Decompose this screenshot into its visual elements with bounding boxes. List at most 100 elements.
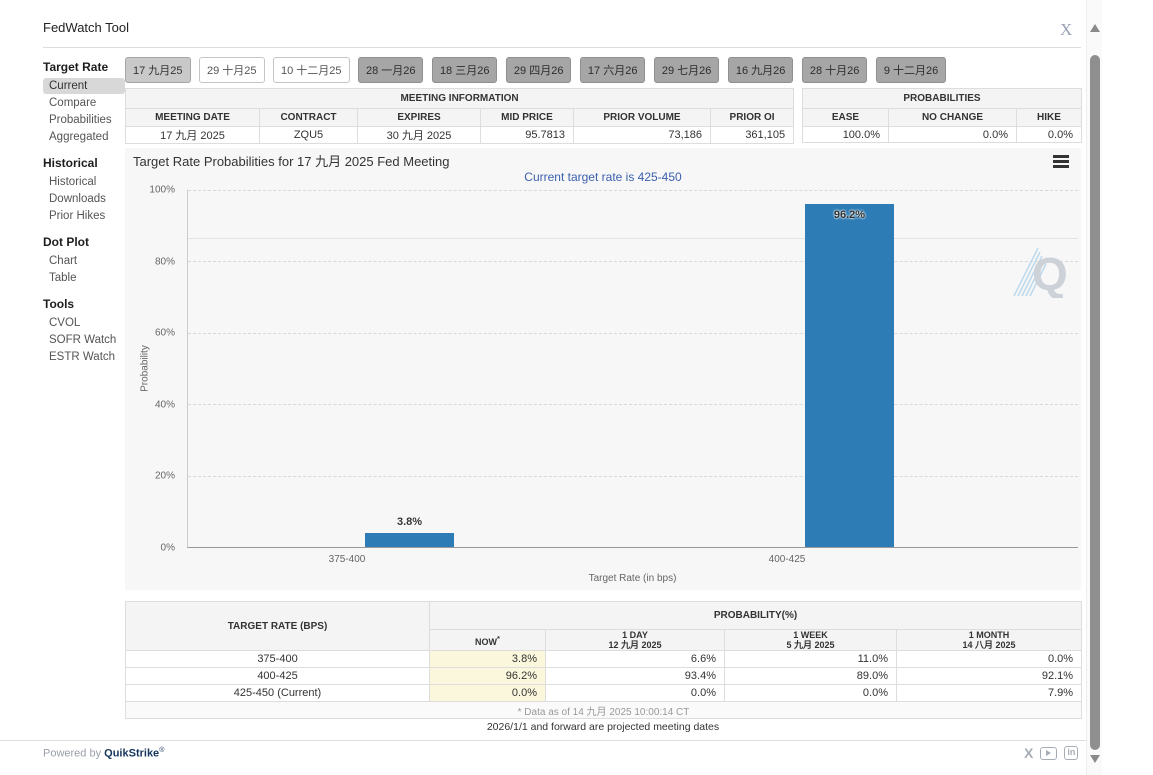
y-tick: 80% [155,256,175,267]
week1-cell: 89.0% [725,668,897,685]
gridline [188,261,1078,262]
month1-cell: 7.9% [897,685,1082,702]
y-tick: 60% [155,328,175,339]
sidebar-section-title: Dot Plot [43,235,125,249]
probability-history-table: TARGET RATE (BPS) PROBABILITY(%) NOW* 1 … [125,601,1082,719]
table-row: 17 九月 2025 ZQU5 30 九月 2025 95.7813 73,18… [126,127,794,144]
chart-context-menu-icon[interactable] [1053,155,1069,168]
sidebar-section-target-rate: Target Rate Current Compare Probabilitie… [43,60,125,145]
tab-meeting-date[interactable]: 17 六月26 [580,57,646,83]
target-rate-cell: 425-450 (Current) [126,685,430,702]
registered-mark: ® [159,747,164,754]
quikstrike-watermark-icon: Q [1012,238,1068,298]
bar-375-400[interactable]: 3.8% [365,190,454,547]
header-divider [43,47,1081,48]
tab-meeting-date[interactable]: 28 十月26 [802,57,868,83]
probabilities-title: PROBABILITIES [803,89,1082,109]
sidebar-section-title: Target Rate [43,60,125,74]
sidebar-section-title: Tools [43,297,125,311]
plot-band-line [188,238,1078,239]
bar-rect[interactable]: 96.2% [805,204,894,547]
col-header-1-day: 1 DAY12 九月 2025 [546,630,725,651]
sidebar-item-current[interactable]: Current [43,78,125,94]
hike-value: 0.0% [1017,127,1082,143]
scroll-up-icon[interactable] [1090,24,1100,32]
meeting-date-value: 17 九月 2025 [126,127,260,144]
gridline [188,476,1078,477]
sidebar-item-probabilities[interactable]: Probabilities [43,112,125,128]
tab-meeting-date[interactable]: 29 七月26 [654,57,720,83]
tab-meeting-date[interactable]: 29 十月25 [199,57,265,83]
x-social-icon[interactable]: X [1024,745,1033,761]
y-axis-tick-labels: 0% 20% 40% 60% 80% 100% [125,190,181,548]
col-header-meeting-date: MEETING DATE [126,109,260,127]
x-axis-title: Target Rate (in bps) [187,573,1078,584]
bar-rect[interactable]: 3.8% [365,533,454,547]
day1-cell: 0.0% [546,685,725,702]
tab-meeting-date[interactable]: 9 十二月26 [876,57,946,83]
contract-value: ZQU5 [260,127,358,144]
x-category-label: 375-400 [287,554,407,565]
youtube-icon[interactable] [1040,747,1057,760]
prior-oi-value: 361,105 [711,127,794,144]
sidebar: Target Rate Current Compare Probabilitie… [43,60,125,376]
tab-meeting-date[interactable]: 28 一月26 [358,57,424,83]
powered-by: Powered by QuikStrike® [43,747,164,760]
powered-by-label: Powered by [43,748,101,760]
mid-price-value: 95.7813 [481,127,574,144]
sidebar-item-downloads[interactable]: Downloads [43,191,125,207]
table-row: 375-400 3.8% 6.6% 11.0% 0.0% [126,651,1082,668]
sidebar-item-chart[interactable]: Chart [43,253,125,269]
quikstrike-link[interactable]: QuikStrike [104,748,159,760]
sidebar-item-prior-hikes[interactable]: Prior Hikes [43,208,125,224]
sidebar-item-compare[interactable]: Compare [43,95,125,111]
week1-cell: 11.0% [725,651,897,668]
col-header-prior-volume: PRIOR VOLUME [574,109,711,127]
col-header-now: NOW* [430,630,546,651]
day1-cell: 6.6% [546,651,725,668]
col-header-prior-oi: PRIOR OI [711,109,794,127]
scrollbar-thumb[interactable] [1090,55,1100,750]
vertical-scrollbar[interactable] [1086,0,1102,775]
chart-title: Target Rate Probabilities for 17 九月 2025… [133,151,450,170]
col-header-1-month: 1 MONTH14 八月 2025 [897,630,1082,651]
col-header-expires: EXPIRES [358,109,481,127]
y-axis-title: Probability [140,319,151,419]
sidebar-item-historical[interactable]: Historical [43,174,125,190]
tab-meeting-date[interactable]: 17 九月25 [125,57,191,83]
y-tick: 40% [155,399,175,410]
bar-value-label: 96.2% [805,209,894,221]
sidebar-section-title: Historical [43,156,125,170]
page-title: FedWatch Tool [43,20,129,35]
scroll-down-icon[interactable] [1090,755,1100,763]
sidebar-item-aggregated[interactable]: Aggregated [43,129,125,145]
col-header-mid-price: MID PRICE [481,109,574,127]
col-header-target-rate-bps: TARGET RATE (BPS) [126,602,430,651]
target-rate-cell: 375-400 [126,651,430,668]
now-cell: 96.2% [430,668,546,685]
sidebar-item-sofr-watch[interactable]: SOFR Watch [43,332,125,348]
col-header-no-change: NO CHANGE [889,109,1017,127]
gridline [188,190,1078,191]
month1-cell: 0.0% [897,651,1082,668]
probabilities-summary-table: PROBABILITIES EASE NO CHANGE HIKE 100.0%… [802,88,1082,143]
tab-meeting-date[interactable]: 18 三月26 [432,57,498,83]
tab-meeting-date[interactable]: 29 四月26 [506,57,572,83]
linkedin-icon[interactable]: in [1064,746,1078,760]
col-header-1-week: 1 WEEK5 九月 2025 [725,630,897,651]
sidebar-item-table[interactable]: Table [43,270,125,286]
y-tick: 0% [161,543,175,554]
meeting-information-table: MEETING INFORMATION MEETING DATE CONTRAC… [125,88,794,144]
sidebar-section-tools: Tools CVOL SOFR Watch ESTR Watch [43,297,125,365]
now-cell: 0.0% [430,685,546,702]
close-icon[interactable]: X [1060,20,1072,40]
tab-meeting-date[interactable]: 10 十二月25 [273,57,350,83]
col-header-contract: CONTRACT [260,109,358,127]
bar-400-425[interactable]: 96.2% [805,190,894,547]
sidebar-item-cvol[interactable]: CVOL [43,315,125,331]
social-links: X in [1024,745,1078,761]
day1-cell: 93.4% [546,668,725,685]
sidebar-item-estr-watch[interactable]: ESTR Watch [43,349,125,365]
tab-meeting-date[interactable]: 16 九月26 [728,57,794,83]
table-row: 100.0% 0.0% 0.0% [803,127,1082,143]
